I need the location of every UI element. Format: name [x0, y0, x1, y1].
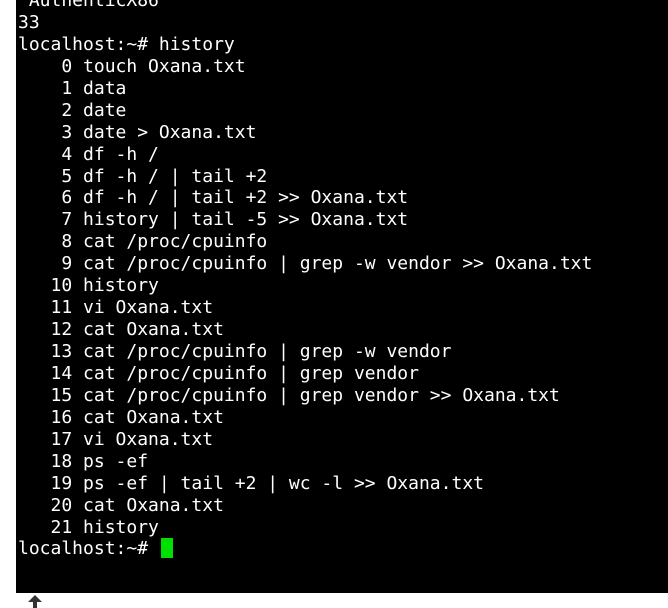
terminal-line: 16 cat Oxana.txt: [18, 406, 224, 428]
terminal-line: 6 df -h / | tail +2 >> Oxana.txt: [18, 187, 409, 209]
terminal-output: AuthenticX86 33 localhost:~# history 0 tou…: [18, 0, 592, 560]
terminal-line: 15 cat /proc/cpuinfo | grep vendor >> Ox…: [18, 384, 560, 406]
screenshot-page: AuthenticX86 33 localhost:~# history 0 tou…: [0, 0, 668, 608]
terminal-line: 20 cat Oxana.txt: [18, 494, 224, 516]
terminal-cursor: [160, 538, 173, 559]
terminal-line: 14 cat /proc/cpuinfo | grep vendor: [18, 362, 419, 384]
terminal-line: AuthenticX86: [18, 0, 159, 11]
terminal-prompt-line[interactable]: localhost:~#: [18, 538, 592, 560]
terminal-line: 8 cat /proc/cpuinfo: [18, 231, 268, 253]
terminal-line: localhost:~# history: [18, 33, 235, 55]
terminal-line: 21 history: [18, 516, 159, 538]
terminal-window[interactable]: AuthenticX86 33 localhost:~# history 0 tou…: [16, 0, 668, 593]
terminal-line: 33: [18, 11, 40, 33]
terminal-line: 19 ps -ef | tail +2 | wc -l >> Oxana.txt: [18, 472, 485, 494]
terminal-line: 2 date: [18, 99, 127, 121]
terminal-line: 5 df -h / | tail +2: [18, 165, 268, 187]
terminal-line: 17 vi Oxana.txt: [18, 428, 214, 450]
terminal-line: 1 data: [18, 77, 127, 99]
terminal-prompt: localhost:~#: [18, 538, 159, 560]
terminal-line: 18 ps -ef: [18, 450, 149, 472]
terminal-line: 12 cat Oxana.txt: [18, 319, 224, 341]
up-arrow-icon: [28, 595, 42, 608]
terminal-line: 9 cat /proc/cpuinfo | grep -w vendor >> …: [18, 253, 593, 275]
terminal-line: 7 history | tail -5 >> Oxana.txt: [18, 209, 409, 231]
terminal-line: 0 touch Oxana.txt: [18, 55, 246, 77]
terminal-line: 10 history: [18, 275, 159, 297]
terminal-line: 13 cat /proc/cpuinfo | grep -w vendor: [18, 341, 452, 362]
terminal-line: 3 date > Oxana.txt: [18, 121, 257, 143]
terminal-line: 4 df -h /: [18, 143, 159, 165]
terminal-line: 11 vi Oxana.txt: [18, 297, 214, 319]
